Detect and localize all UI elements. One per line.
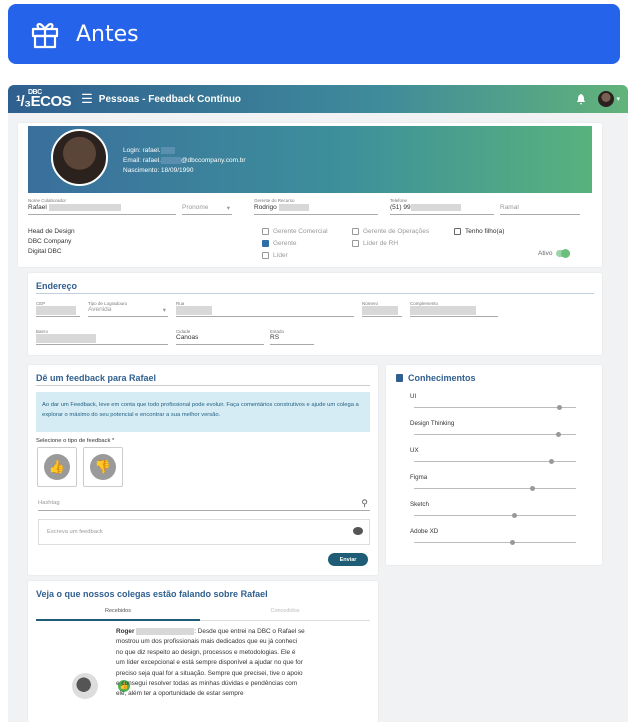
- feedback-textarea[interactable]: Escreva um feedback: [38, 519, 370, 545]
- top-navbar: DBC ¹/₃ECOS ☰ Pessoas - Feedback Contínu…: [8, 85, 628, 113]
- skill-label: Adobe XD: [410, 528, 439, 535]
- manager-field[interactable]: Rodrigo: [254, 204, 378, 215]
- chevron-down-icon[interactable]: ▾: [616, 95, 620, 103]
- tab-divider: [200, 619, 370, 621]
- birth-text: Nascimento: 18/09/1990: [123, 167, 194, 174]
- skill-label: Sketch: [410, 501, 429, 508]
- banner-title: Antes: [76, 21, 139, 47]
- check-lider[interactable]: Líder: [262, 252, 288, 259]
- number-field[interactable]: [362, 306, 402, 317]
- book-icon: [396, 374, 403, 382]
- positive-feedback-button[interactable]: 👍: [37, 447, 77, 487]
- chat-bubble-icon: [353, 527, 363, 535]
- active-tab-indicator: [36, 619, 200, 621]
- manager-label: Gerente do Recurso: [254, 198, 295, 203]
- skill-slider-knob[interactable]: [511, 513, 517, 518]
- name-field[interactable]: Rafael: [28, 204, 176, 215]
- state-field[interactable]: RS: [270, 334, 314, 345]
- feedback-card: Dê um feedback para Rafael Ao dar um Fee…: [28, 365, 378, 575]
- skill-slider-knob[interactable]: [557, 405, 563, 410]
- street-field[interactable]: [176, 306, 354, 317]
- login-text: Login: rafael.: [123, 147, 161, 154]
- bell-icon[interactable]: [576, 93, 586, 105]
- skill-slider-knob[interactable]: [555, 432, 561, 437]
- role-line: Head de Design: [28, 228, 75, 235]
- profile-banner: Login: rafael. Email: rafael. @dbccompany…: [28, 126, 592, 193]
- city-field[interactable]: Canoas: [176, 334, 264, 345]
- active-toggle[interactable]: Ativo: [538, 249, 571, 258]
- hashtag-input[interactable]: Hashtag ⚲: [38, 498, 370, 511]
- skill-slider-knob[interactable]: [510, 540, 516, 545]
- comment-text: Roger : Desde que entrei na DBC o Rafael…: [116, 627, 305, 698]
- skill-label: Figma: [410, 474, 428, 481]
- pronoun-select[interactable]: Pronome ▾: [182, 204, 232, 215]
- address-title: Endereço: [36, 281, 78, 291]
- profile-card: Login: rafael. Email: rafael. @dbccompany…: [18, 123, 602, 267]
- ecos-logo[interactable]: DBC ¹/₃ECOS: [16, 89, 72, 109]
- phone-field[interactable]: (51) 99: [390, 204, 494, 215]
- header-banner: Antes: [8, 4, 620, 64]
- breadcrumb: Pessoas - Feedback Contínuo: [98, 93, 242, 105]
- send-feedback-button[interactable]: Enviar: [328, 553, 368, 566]
- app-window: DBC ¹/₃ECOS ☰ Pessoas - Feedback Contínu…: [8, 85, 628, 722]
- tab-received[interactable]: Recebidos: [36, 608, 200, 614]
- skill-slider[interactable]: [414, 486, 576, 491]
- skill-slider-knob[interactable]: [529, 486, 535, 491]
- colleagues-card: Veja o que nossos colegas estão falando …: [28, 581, 378, 722]
- chevron-down-icon: ▾: [226, 205, 230, 212]
- user-avatar[interactable]: [598, 91, 615, 107]
- ramal-field[interactable]: Ramal: [500, 204, 580, 215]
- skill-slider-knob[interactable]: [549, 459, 555, 464]
- skill-label: UX: [410, 447, 419, 454]
- skill-slider[interactable]: [414, 513, 576, 518]
- skill-label: UI: [410, 393, 417, 400]
- negative-feedback-button[interactable]: 👎: [83, 447, 123, 487]
- feedback-info: Ao dar um Feedback, leve em conta que to…: [36, 392, 370, 432]
- check-gerente[interactable]: Gerente: [262, 240, 297, 247]
- skill-slider[interactable]: [414, 405, 576, 410]
- complement-field[interactable]: [410, 306, 498, 317]
- skill-label: Design Thinking: [410, 420, 455, 427]
- check-gerente-comercial[interactable]: Gerente Comercial: [262, 228, 328, 235]
- skill-slider[interactable]: [414, 432, 576, 437]
- knowledge-title: Conhecimentos: [408, 373, 476, 383]
- cep-field[interactable]: [36, 306, 80, 317]
- check-tenho-filho[interactable]: Tenho filho(a): [454, 228, 504, 235]
- district-field[interactable]: [36, 334, 168, 345]
- tab-given[interactable]: Concedidos: [200, 608, 370, 614]
- feedback-title: Dê um feedback para Rafael: [36, 373, 157, 383]
- street-type-select[interactable]: Avenida ▾: [88, 306, 168, 317]
- thumbs-up-icon: 👍: [44, 454, 70, 480]
- address-card: Endereço CEP Tipo de Logradouro Avenida ▾…: [28, 273, 602, 355]
- profile-photo: [51, 129, 108, 186]
- commenter-avatar: [72, 673, 98, 699]
- phone-label: Telefone: [390, 198, 408, 203]
- check-gerente-operacoes[interactable]: Gerente de Operações: [352, 228, 429, 235]
- knowledge-card: Conhecimentos UI Design Thinking UX Figma Sk…: [386, 365, 602, 565]
- search-icon: ⚲: [361, 498, 368, 508]
- email-text: Email: rafael.: [123, 157, 161, 164]
- name-label: Nome Colaborador: [28, 198, 67, 203]
- thumbs-down-icon: 👎: [90, 454, 116, 480]
- skill-slider[interactable]: [414, 459, 576, 464]
- chevron-down-icon: ▾: [162, 307, 166, 314]
- skill-slider[interactable]: [414, 540, 576, 545]
- role-line: DBC Company: [28, 238, 72, 245]
- check-lider-rh[interactable]: Líder de RH: [352, 240, 398, 247]
- colleagues-title: Veja o que nossos colegas estão falando …: [36, 589, 268, 599]
- feedback-type-label: Selecione o tipo de feedback *: [36, 438, 115, 444]
- menu-icon[interactable]: ☰: [81, 91, 93, 107]
- gift-box-icon: [31, 23, 59, 49]
- role-line: Digital DBC: [28, 248, 62, 255]
